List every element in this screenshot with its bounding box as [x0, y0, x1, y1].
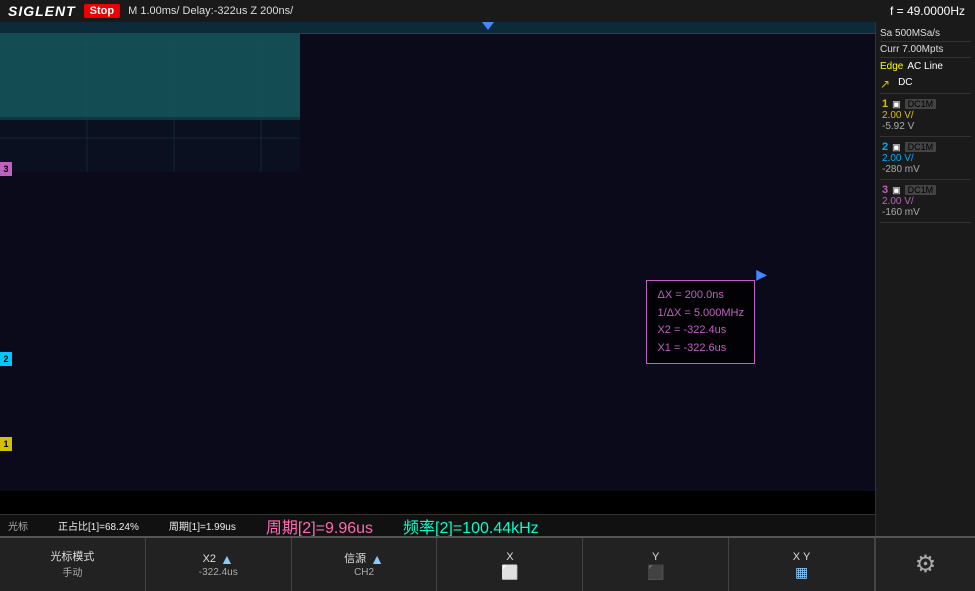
right-panel: Sa 500MSa/s Curr 7.00Mpts Edge AC Line ↗… [875, 22, 975, 542]
trigger-section: Edge AC Line [880, 58, 971, 75]
ch1-num: 1 [882, 98, 888, 110]
time-info: M 1.00ms/ Delay:-322us Z 200ns/ [128, 5, 890, 17]
ch2-marker: 2 [0, 352, 12, 366]
ch1-offset: -5.92 V [882, 121, 969, 132]
x2-label: X2 [203, 552, 216, 566]
ch2-offset: -280 mV [882, 164, 969, 175]
cursor-inv-dx: 1/ΔX = 5.000MHz [657, 305, 744, 323]
ch3-volts: 2.00 V/ [882, 196, 969, 207]
ch2-settings: 2 ▣ DC1M 2.00 V/ -280 mV [880, 137, 971, 180]
ch3-coupling: DC1M [905, 185, 937, 195]
xy-icon: ▦ [795, 565, 808, 579]
status-freq2: 频率[2]=100.44kHz [403, 514, 539, 538]
trigger-source: AC Line [907, 61, 943, 72]
y-label: Y [652, 550, 659, 564]
ch1-icon: ▣ [892, 99, 901, 110]
scope-area: ΔX = 200.0ns 1/ΔX = 5.000MHz X2 = -322.4… [0, 22, 875, 491]
x2-button[interactable]: X2 ▲ -322.4us [146, 538, 292, 591]
x2-value: -322.4us [199, 567, 238, 578]
nav-bar [0, 22, 875, 34]
ch3-marker: 3 [0, 162, 12, 176]
trigger-marker [482, 22, 494, 30]
cursor-tooltip: ΔX = 200.0ns 1/ΔX = 5.000MHz X2 = -322.4… [646, 280, 755, 364]
status-val1: 正占比[1]=68.24% [58, 518, 139, 533]
source-value: CH2 [354, 567, 374, 578]
curr-points: Curr 7.00Mpts [880, 42, 971, 58]
top-bar: SIGLENT Stop M 1.00ms/ Delay:-322us Z 20… [0, 0, 975, 22]
ch3-settings: 3 ▣ DC1M 2.00 V/ -160 mV [880, 180, 971, 223]
settings-grid-icon: ⚙ [915, 550, 937, 579]
x-icon: ⬜ [501, 565, 518, 579]
trigger-coupling: DC [898, 77, 912, 91]
corner-icon: ⚙ [875, 536, 975, 591]
trigger-slope-icon: ↗ [880, 77, 890, 91]
ch1-settings: 1 ▣ DC1M 2.00 V/ -5.92 V [880, 94, 971, 137]
y-button[interactable]: Y ⬛ [583, 538, 729, 591]
ch2-icon: ▣ [892, 142, 901, 153]
trigger-label: Edge [880, 61, 903, 72]
xy-label: X Y [793, 550, 811, 564]
y-icon: ⬛ [647, 565, 664, 579]
ch2-volts: 2.00 V/ [882, 153, 969, 164]
source-arrow-icon: ▲ [370, 551, 384, 567]
cursor-mode-button[interactable]: 光标模式 手动 [0, 538, 146, 591]
grid-canvas [0, 22, 300, 172]
status-period2: 周期[2]=9.96us [266, 514, 373, 538]
ch1-volts: 2.00 V/ [882, 110, 969, 121]
ch1-marker: 1 [0, 437, 12, 451]
status-period1: 周期[1]=1.99us [169, 518, 236, 533]
x-label: X [506, 550, 513, 564]
cursor-arrow: ▶ [756, 266, 767, 283]
ch2-num: 2 [882, 141, 888, 153]
status-label1: 光标 [8, 518, 28, 533]
cursor-mode-label: 光标模式 [50, 550, 94, 564]
bottom-controls: 光标模式 手动 X2 ▲ -322.4us 信源 ▲ CH2 X ⬜ Y ⬛ X… [0, 536, 875, 591]
cursor-mode-sub: 手动 [62, 564, 82, 579]
x-button[interactable]: X ⬜ [437, 538, 583, 591]
ch3-icon: ▣ [892, 185, 901, 196]
ch3-num: 3 [882, 184, 888, 196]
bottom-status-bar: 光标 正占比[1]=68.24% 周期[1]=1.99us 周期[2]=9.96… [0, 514, 875, 536]
sa-rate: Sa 500MSa/s [880, 26, 971, 42]
ch1-coupling: DC1M [905, 99, 937, 109]
xy-button[interactable]: X Y ▦ [729, 538, 875, 591]
ch2-coupling: DC1M [905, 142, 937, 152]
x2-arrow-icon: ▲ [220, 551, 234, 567]
cursor-x1: X1 = -322.6us [657, 340, 744, 358]
source-button[interactable]: 信源 ▲ CH2 [292, 538, 438, 591]
cursor-x2: X2 = -322.4us [657, 322, 744, 340]
freq-display: f = 49.0000Hz [890, 4, 975, 18]
siglent-logo: SIGLENT [0, 3, 84, 19]
source-label: 信源 [344, 552, 366, 566]
ch3-offset: -160 mV [882, 207, 969, 218]
stop-button[interactable]: Stop [84, 4, 120, 18]
cursor-dx: ΔX = 200.0ns [657, 287, 744, 305]
